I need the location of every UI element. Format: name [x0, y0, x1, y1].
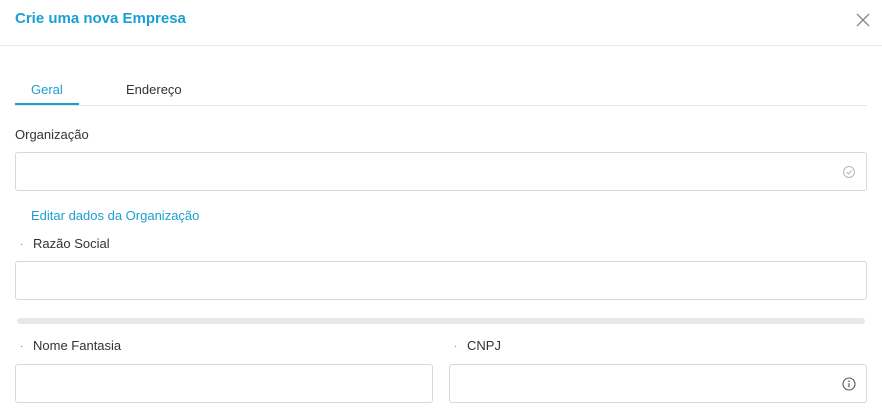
info-icon[interactable] — [842, 377, 856, 391]
razao-social-field[interactable] — [15, 261, 867, 300]
razao-social-label: Razão Social — [33, 236, 110, 251]
check-circle-icon — [843, 166, 855, 178]
active-tab-indicator — [15, 103, 79, 105]
required-marker: · — [20, 341, 24, 352]
cnpj-label: CNPJ — [467, 338, 501, 353]
close-icon — [856, 13, 870, 27]
organizacao-field[interactable] — [15, 152, 867, 191]
razao-social-input[interactable] — [16, 262, 866, 299]
tab-bar: Geral Endereço — [15, 72, 867, 106]
required-marker: · — [20, 239, 24, 250]
modal-header: Crie uma nova Empresa — [0, 0, 882, 46]
organizacao-input[interactable] — [16, 153, 866, 190]
nome-fantasia-label: Nome Fantasia — [33, 338, 122, 353]
modal-title: Crie uma nova Empresa — [15, 10, 186, 27]
cnpj-field[interactable] — [449, 364, 867, 403]
close-button[interactable] — [852, 9, 874, 31]
tab-endereco[interactable]: Endereço — [126, 82, 182, 97]
required-marker: · — [454, 341, 458, 352]
tab-geral[interactable]: Geral — [31, 82, 63, 97]
nome-fantasia-field[interactable] — [15, 364, 433, 403]
organizacao-label: Organização — [15, 127, 89, 142]
divider-bar — [17, 318, 865, 324]
edit-organization-link[interactable]: Editar dados da Organização — [31, 208, 199, 223]
cnpj-input[interactable] — [450, 365, 866, 402]
nome-fantasia-input[interactable] — [16, 365, 432, 402]
